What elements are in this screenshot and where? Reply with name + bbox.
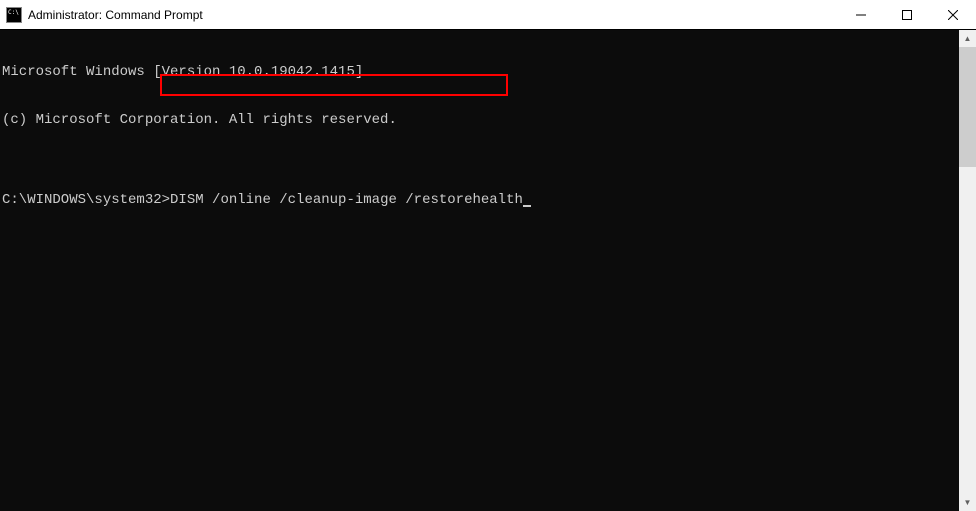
terminal-line-version: Microsoft Windows [Version 10.0.19042.14… [2,64,959,80]
window-title: Administrator: Command Prompt [28,8,838,22]
scroll-down-arrow[interactable]: ▼ [959,494,976,511]
scroll-track[interactable] [959,47,976,494]
close-button[interactable] [930,0,976,30]
terminal-prompt-line: C:\WINDOWS\system32>DISM /online /cleanu… [2,192,959,208]
terminal-container: Microsoft Windows [Version 10.0.19042.14… [0,30,976,511]
maximize-button[interactable] [884,0,930,30]
scroll-up-arrow[interactable]: ▲ [959,30,976,47]
minimize-button[interactable] [838,0,884,30]
scroll-thumb[interactable] [959,47,976,167]
titlebar: Administrator: Command Prompt [0,0,976,30]
terminal-output[interactable]: Microsoft Windows [Version 10.0.19042.14… [0,30,959,511]
terminal-cursor [523,205,531,207]
terminal-prompt: C:\WINDOWS\system32> [2,192,170,208]
terminal-command: DISM /online /cleanup-image /restoreheal… [170,192,523,208]
window-controls [838,0,976,29]
app-icon [6,7,22,23]
vertical-scrollbar[interactable]: ▲ ▼ [959,30,976,511]
terminal-line-copyright: (c) Microsoft Corporation. All rights re… [2,112,959,128]
